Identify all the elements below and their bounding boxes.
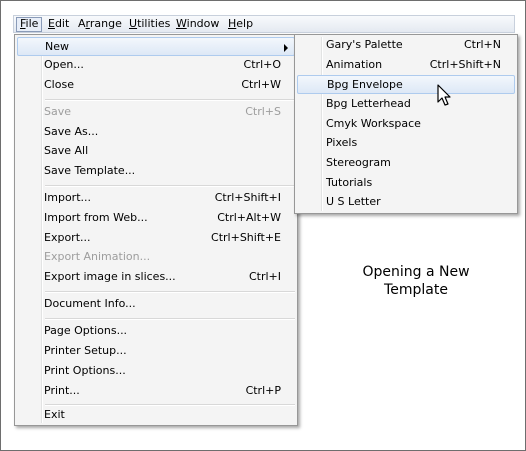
menu-item-export[interactable]: Export... Ctrl+Shift+E [17, 229, 295, 248]
submenu-item-label: Stereogram [326, 156, 391, 169]
menu-item-label: Import... [44, 191, 91, 204]
menu-utilities[interactable]: Utilities [126, 17, 173, 32]
submenu-item-pixels[interactable]: Pixels [297, 134, 515, 153]
menu-item-label: Save [44, 105, 72, 118]
menu-item-label: Print... [44, 384, 80, 397]
submenu-item-bpg-envelope[interactable]: Bpg Envelope [297, 75, 515, 94]
menu-item-save: Save Ctrl+S [17, 103, 295, 122]
submenu-item-label: Tutorials [326, 176, 373, 189]
submenu-item-shortcut: Ctrl+Shift+N [429, 58, 501, 71]
menu-item-label: Import from Web... [44, 211, 148, 224]
menu-item-shortcut: Ctrl+O [243, 58, 281, 71]
submenu-item-label: Pixels [326, 136, 358, 149]
caption-line-1: Opening a New [362, 264, 470, 280]
submenu-item-shortcut: Ctrl+N [463, 38, 501, 51]
menu-item-shortcut: Ctrl+W [241, 78, 281, 91]
menu-item-shortcut: Ctrl+I [248, 270, 281, 283]
submenu-item-bpg-letterhead[interactable]: Bpg Letterhead [297, 95, 515, 114]
menu-item-print-options[interactable]: Print Options... [17, 362, 295, 381]
menu-separator [45, 318, 295, 320]
menu-item-print[interactable]: Print... Ctrl+P [17, 382, 295, 401]
menu-item-document-info[interactable]: Document Info... [17, 295, 295, 314]
menu-item-import[interactable]: Import... Ctrl+Shift+I [17, 189, 295, 208]
menu-item-close[interactable]: Close Ctrl+W [17, 76, 295, 95]
menu-separator [45, 185, 295, 187]
file-menu: New Open... Ctrl+O Close Ctrl+W Save Ctr… [14, 34, 298, 426]
submenu-item-label: U S Letter [326, 195, 381, 208]
menu-item-exit[interactable]: Exit [17, 406, 295, 425]
menu-item-shortcut: Ctrl+S [245, 105, 281, 118]
menu-item-import-from-web[interactable]: Import from Web... Ctrl+Alt+W [17, 209, 295, 228]
menu-item-page-options[interactable]: Page Options... [17, 322, 295, 341]
submenu-arrow-icon [284, 44, 288, 52]
submenu-item-garys-palette[interactable]: Gary's Palette Ctrl+N [297, 36, 515, 55]
menu-item-label: Close [44, 78, 74, 91]
menu-item-label: Save All [44, 144, 89, 157]
menu-item-label: Exit [44, 408, 65, 421]
menu-item-label: Export... [44, 231, 91, 244]
menu-item-label: Save Template... [44, 164, 136, 177]
submenu-item-label: Gary's Palette [326, 38, 403, 51]
menu-item-label: Print Options... [44, 364, 126, 377]
menu-item-shortcut: Ctrl+Alt+W [217, 211, 281, 224]
menu-item-label: Export image in slices... [44, 270, 176, 283]
menu-item-save-template[interactable]: Save Template... [17, 162, 295, 181]
caption-line-2: Template [384, 282, 448, 298]
menu-item-label: Printer Setup... [44, 344, 127, 357]
menu-separator [45, 291, 295, 293]
caption: Opening a New Template [341, 263, 491, 299]
menu-item-shortcut: Ctrl+Shift+E [211, 231, 281, 244]
submenu-item-label: Bpg Envelope [327, 78, 403, 91]
submenu-item-cmyk-workspace[interactable]: Cmyk Workspace [297, 115, 515, 134]
screenshot-frame: File Edit Arrange Utilities Window Help … [0, 0, 526, 451]
menu-item-label: Export Animation... [44, 250, 151, 263]
menu-item-printer-setup[interactable]: Printer Setup... [17, 342, 295, 361]
menu-item-label: Save As... [44, 125, 99, 138]
menu-item-label: Open... [44, 58, 84, 71]
menu-arrange[interactable]: Arrange [75, 17, 125, 32]
submenu-item-animation[interactable]: Animation Ctrl+Shift+N [297, 56, 515, 75]
menu-item-shortcut: Ctrl+P [245, 384, 281, 397]
menu-edit[interactable]: Edit [45, 17, 72, 32]
submenu-item-us-letter[interactable]: U S Letter [297, 193, 515, 212]
submenu-item-stereogram[interactable]: Stereogram [297, 154, 515, 173]
mouse-pointer-icon [437, 84, 451, 106]
submenu-item-tutorials[interactable]: Tutorials [297, 174, 515, 193]
submenu-item-label: Animation [326, 58, 383, 71]
menu-item-label: New [45, 40, 69, 53]
menu-item-save-all[interactable]: Save All [17, 142, 295, 161]
menu-item-new[interactable]: New [17, 37, 295, 56]
submenu-item-label: Cmyk Workspace [326, 117, 421, 130]
menu-file[interactable]: File [16, 17, 43, 32]
menu-item-export-animation: Export Animation... [17, 248, 295, 267]
new-submenu: Gary's Palette Ctrl+N Animation Ctrl+Shi… [294, 34, 518, 214]
menu-help[interactable]: Help [225, 17, 256, 32]
menu-item-export-slices[interactable]: Export image in slices... Ctrl+I [17, 268, 295, 287]
menu-item-save-as[interactable]: Save As... [17, 123, 295, 142]
menu-separator [45, 99, 295, 101]
menu-item-shortcut: Ctrl+Shift+I [214, 191, 281, 204]
menu-bar: File Edit Arrange Utilities Window Help [13, 15, 515, 33]
menu-item-open[interactable]: Open... Ctrl+O [17, 56, 295, 75]
submenu-item-label: Bpg Letterhead [326, 97, 411, 110]
menu-item-label: Document Info... [44, 297, 136, 310]
menu-item-label: Page Options... [44, 324, 128, 337]
menu-window[interactable]: Window [173, 17, 222, 32]
